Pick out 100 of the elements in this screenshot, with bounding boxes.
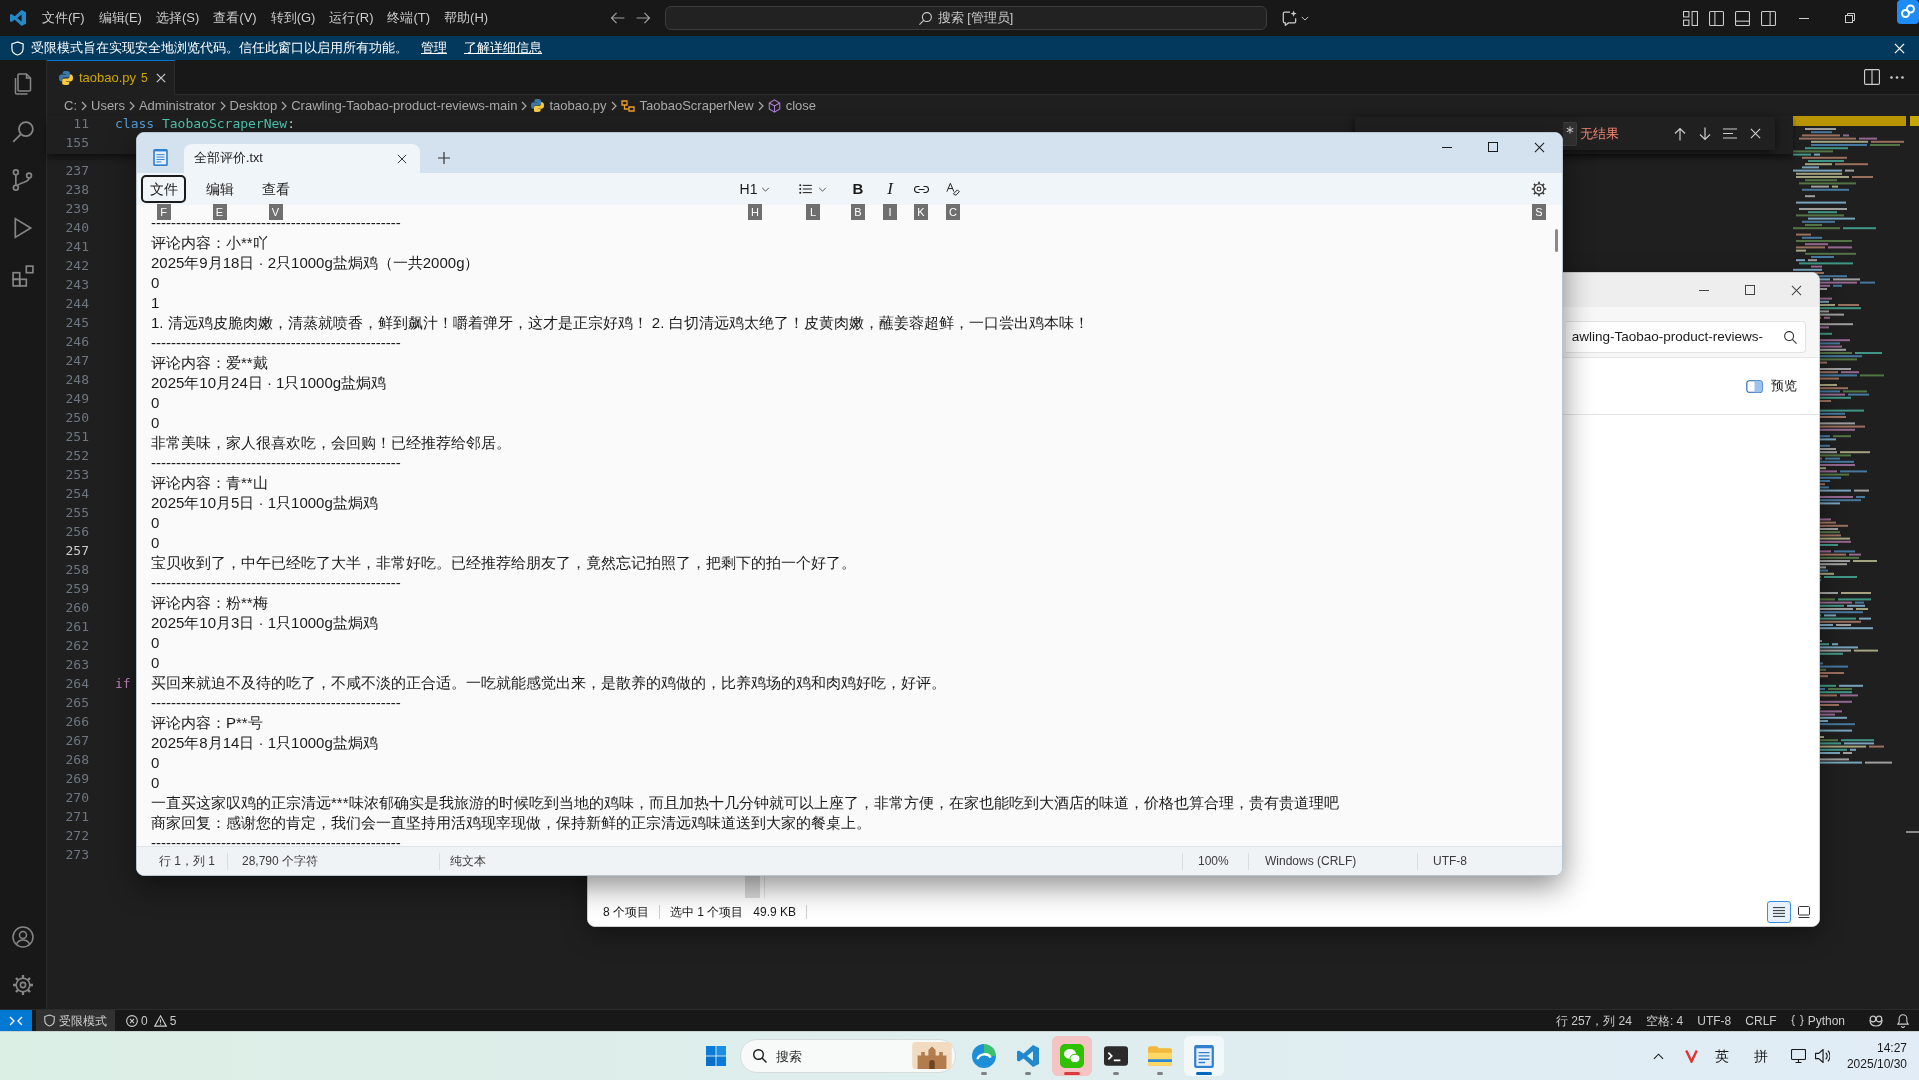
heading-dropdown[interactable]: H1 xyxy=(737,175,773,203)
chevron-up-icon[interactable] xyxy=(1653,1052,1665,1060)
language-indicator[interactable]: Python xyxy=(1790,1011,1845,1030)
close-icon[interactable] xyxy=(1790,284,1802,296)
breadcrumb-item[interactable]: C: xyxy=(64,95,77,116)
status-item[interactable]: 行 257，列 24 xyxy=(1555,1011,1632,1030)
arrow-up-icon[interactable] xyxy=(1674,126,1686,141)
breadcrumb-item[interactable]: close xyxy=(767,95,817,116)
breadcrumb-item[interactable]: TaobaoScraperNew xyxy=(620,95,754,116)
file-tab[interactable]: 全部评价.txt xyxy=(184,144,420,173)
minimize-icon[interactable] xyxy=(1442,146,1452,148)
banner-link[interactable]: 了解详细信息 xyxy=(464,38,542,58)
line-number: 262 xyxy=(65,636,89,655)
breadcrumb-item[interactable]: taobao.py xyxy=(531,95,607,116)
address-field[interactable]: awling-Taobao-product-reviews- xyxy=(1566,321,1806,353)
account-icon[interactable] xyxy=(12,926,34,948)
menu-item[interactable]: 运行(R) xyxy=(322,5,381,31)
goggles-icon[interactable] xyxy=(1869,1014,1883,1027)
start-icon[interactable] xyxy=(705,1046,726,1066)
status-text: 纯文本 xyxy=(450,853,486,870)
editor-tab[interactable]: taobao.py 5 xyxy=(47,60,175,95)
menu-item[interactable]: 文件 xyxy=(141,175,186,203)
taskbar-button[interactable] xyxy=(1183,1036,1224,1076)
line-number: 237 xyxy=(65,161,89,180)
bold-button[interactable]: B xyxy=(846,175,870,203)
menu-item[interactable]: 文件(F) xyxy=(35,5,92,31)
menu-item[interactable]: 转到(G) xyxy=(263,5,323,31)
text-line: 0 xyxy=(151,773,160,793)
split-editor-icon[interactable] xyxy=(1864,69,1880,85)
search-icon[interactable] xyxy=(12,121,34,143)
line-number: 245 xyxy=(65,313,89,332)
close-icon[interactable] xyxy=(1533,141,1545,153)
settings-icon[interactable] xyxy=(1531,181,1547,197)
banner-link[interactable]: 管理 xyxy=(421,38,447,58)
restore-icon[interactable] xyxy=(1845,13,1855,23)
speaker-icon[interactable] xyxy=(1815,1049,1831,1063)
menu-item[interactable]: 编辑(E) xyxy=(91,5,149,31)
menu-item[interactable]: 编辑 xyxy=(197,175,242,203)
problems-indicator[interactable]: 0 5 xyxy=(122,1010,181,1031)
find-input[interactable] xyxy=(1563,121,1577,146)
breadcrumb-item[interactable]: Crawling-Taobao-product-reviews-main xyxy=(291,95,518,116)
italic-button[interactable]: I xyxy=(878,175,902,203)
breadcrumb-item[interactable]: Administrator xyxy=(138,95,216,116)
warning-icon xyxy=(153,1014,167,1027)
search-icon xyxy=(752,1049,767,1063)
chevron-down-icon xyxy=(761,186,771,192)
key-tip: I xyxy=(883,204,897,220)
asterisk-icon[interactable] xyxy=(1565,125,1574,134)
layout-icon[interactable] xyxy=(1682,10,1698,26)
line-number: 271 xyxy=(65,807,89,826)
bell-icon[interactable] xyxy=(1897,1013,1909,1028)
status-item[interactable]: UTF-8 xyxy=(1697,1011,1732,1030)
panel-icon[interactable] xyxy=(1734,10,1750,26)
status-text: UTF-8 xyxy=(1433,853,1467,870)
menu-item[interactable]: 查看 xyxy=(253,175,298,203)
maximize-icon[interactable] xyxy=(1745,285,1755,295)
plus-icon[interactable] xyxy=(438,152,450,164)
arrow-down-icon[interactable] xyxy=(1699,126,1711,141)
input-language[interactable]: 英 xyxy=(1709,1041,1734,1071)
files-icon[interactable] xyxy=(12,73,34,95)
arrow-right-icon[interactable] xyxy=(635,12,651,24)
more-icon[interactable] xyxy=(1890,75,1904,79)
remote-button[interactable] xyxy=(0,1010,32,1031)
line-number: 246 xyxy=(65,332,89,351)
text-line: 2025年8月14日 · 1只1000g盐焗鸡 xyxy=(151,733,378,753)
text-line: 0 xyxy=(151,633,160,653)
link-tile-icon[interactable] xyxy=(1897,0,1919,24)
text-line: 一直买这家叹鸡的正宗清远***味浓郁确实是我旅游的时候吃到当地的鸡味，而且加热十几分钟就可以上座了，非常方便，在家也能吃到大酒店的味道，价格也算合理，贵有贵道理吧 xyxy=(151,793,1339,813)
line-number: 254 xyxy=(65,484,89,503)
status-item[interactable]: 空格: 4 xyxy=(1645,1011,1684,1030)
settings-icon[interactable] xyxy=(12,974,34,996)
menu-item[interactable]: 选择(S) xyxy=(148,5,207,31)
command-center[interactable]: 搜索 [管理员] xyxy=(665,6,1267,30)
eraser-icon[interactable] xyxy=(946,182,960,196)
branch-icon[interactable] xyxy=(12,169,34,191)
text-line: 0 xyxy=(151,653,160,673)
sidebar-right-icon[interactable] xyxy=(1760,10,1776,26)
maximize-icon[interactable] xyxy=(1488,142,1498,152)
monitor-icon[interactable] xyxy=(1791,1049,1807,1063)
minimize-icon[interactable] xyxy=(1699,289,1709,291)
text-line: 2025年10月3日 · 1只1000g盐焗鸡 xyxy=(151,613,378,633)
input-mode[interactable]: 拼 xyxy=(1748,1041,1773,1071)
status-item[interactable]: CRLF xyxy=(1745,1011,1777,1030)
menu-item[interactable]: 查看(V) xyxy=(206,5,264,31)
view-button[interactable] xyxy=(1767,901,1791,923)
lines-icon[interactable] xyxy=(1723,128,1737,139)
close-icon[interactable] xyxy=(397,153,407,164)
blocks-icon[interactable] xyxy=(12,265,34,287)
v-mark-icon[interactable] xyxy=(1685,1049,1699,1063)
line-number: 268 xyxy=(65,750,89,769)
arrow-left-icon[interactable] xyxy=(609,12,625,24)
play-icon[interactable] xyxy=(12,217,34,239)
menu-item[interactable]: 终端(T) xyxy=(380,5,438,31)
sidebar-left-icon[interactable] xyxy=(1708,10,1724,26)
restricted-mode-indicator[interactable]: 受限模式 xyxy=(36,1010,115,1031)
menu-item[interactable]: 帮助(H) xyxy=(437,5,496,31)
preview-button[interactable]: 预览 xyxy=(1746,376,1797,396)
link-icon[interactable] xyxy=(913,185,929,193)
breadcrumb-item[interactable]: Desktop xyxy=(229,95,278,116)
breadcrumb-item[interactable]: Users xyxy=(91,95,125,116)
